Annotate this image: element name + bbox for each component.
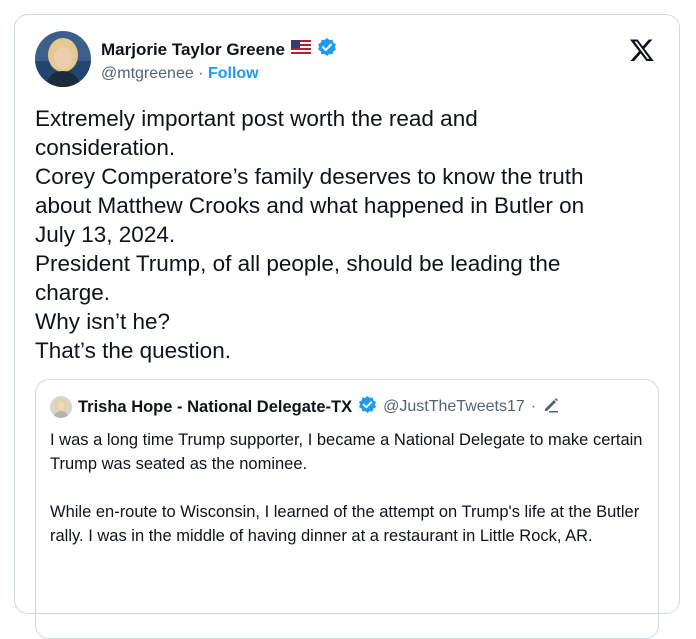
quoted-paragraph: I was a long time Trump supporter, I bec… — [50, 431, 643, 473]
tweet-line: Extremely important post worth the read … — [35, 106, 478, 131]
tweet-line: charge. — [35, 280, 111, 305]
verified-badge-icon — [317, 37, 337, 62]
embedded-tweet-card[interactable]: Marjorie Taylor Greene @mtgreenee · Foll… — [14, 14, 680, 639]
us-flag-icon — [290, 40, 311, 59]
quoted-tweet[interactable]: Trisha Hope - National Delegate-TX @Just… — [35, 379, 659, 639]
quoted-author-avatar — [50, 396, 72, 418]
tweet-line: That’s the question. — [35, 338, 231, 363]
quoted-paragraph: While en-route to Wisconsin, I learned o… — [50, 503, 640, 545]
tweet-line: President Trump, of all people, should b… — [35, 251, 561, 276]
tweet-text: Extremely important post worth the read … — [35, 104, 655, 365]
pencil-icon — [542, 396, 560, 419]
tweet-line: July 13, 2024. — [35, 222, 176, 247]
separator-dot: · — [530, 398, 537, 415]
verified-badge-icon — [358, 395, 377, 419]
separator-dot: · — [198, 65, 204, 82]
quoted-author-name: Trisha Hope - National Delegate-TX — [78, 397, 353, 416]
author-handle[interactable]: @mtgreenee — [101, 65, 194, 82]
tweet-line: consideration. — [35, 135, 176, 160]
author-name-row: Marjorie Taylor Greene — [101, 37, 337, 62]
author-name[interactable]: Marjorie Taylor Greene — [101, 40, 285, 60]
tweet-line: about Matthew Crooks and what happened i… — [35, 193, 585, 218]
quoted-author-handle: @JustTheTweets17 — [383, 398, 525, 415]
quoted-tweet-header: Trisha Hope - National Delegate-TX @Just… — [50, 395, 560, 419]
quoted-tweet-text: I was a long time Trump supporter, I bec… — [50, 428, 650, 572]
author-avatar[interactable] — [35, 31, 91, 87]
author-handle-row: @mtgreenee · Follow — [101, 65, 259, 83]
tweet-line: Corey Comperatore’s family deserves to k… — [35, 164, 584, 189]
tweet-line: Why isn’t he? — [35, 309, 171, 334]
follow-button[interactable]: Follow — [208, 65, 259, 82]
x-logo-icon[interactable] — [629, 37, 655, 63]
